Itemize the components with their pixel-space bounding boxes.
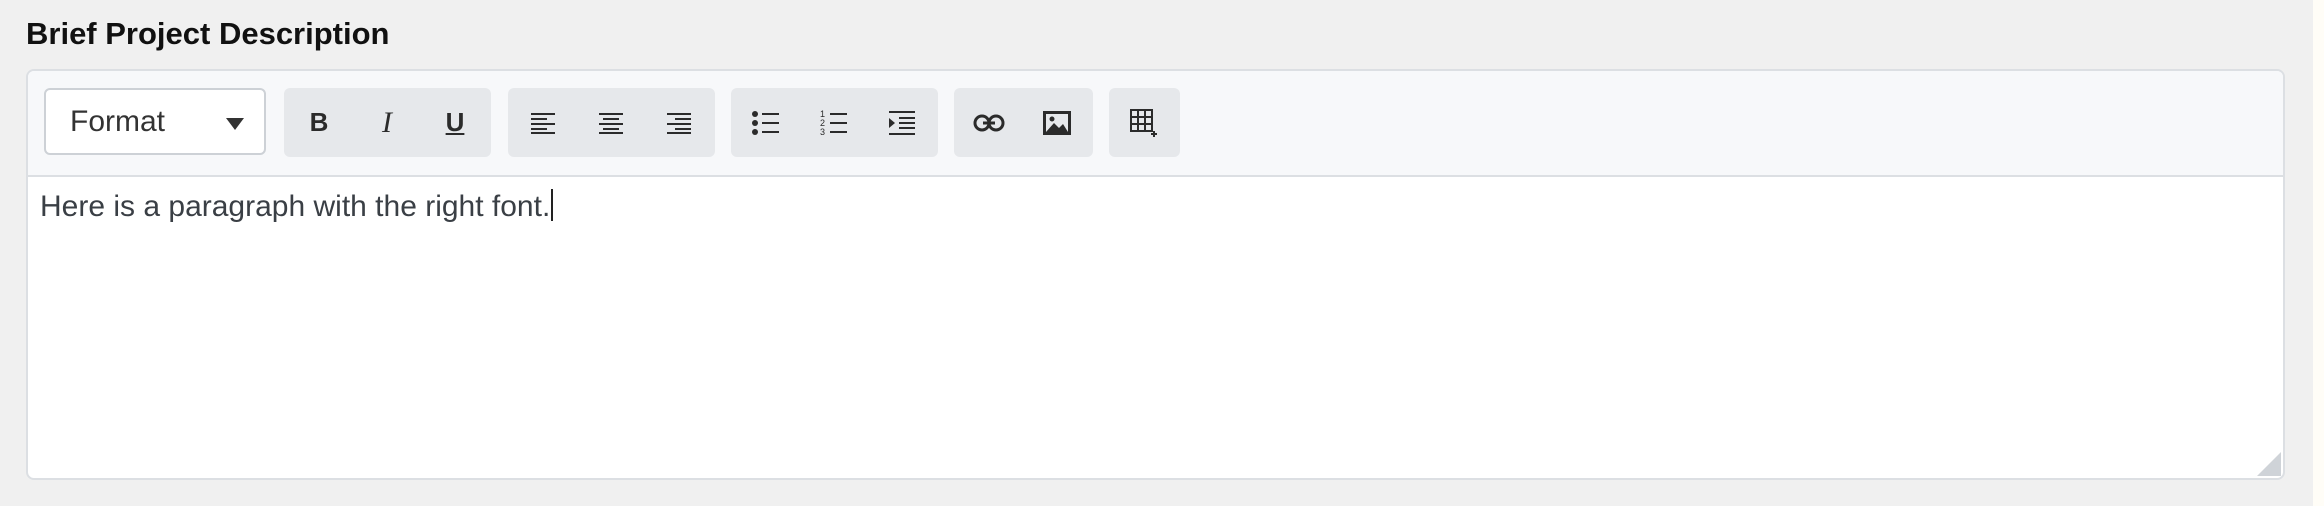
- image-button[interactable]: [1023, 88, 1091, 157]
- list-group: 1 2 3: [731, 88, 938, 157]
- chevron-down-icon: [226, 118, 244, 130]
- alignment-group: [508, 88, 715, 157]
- editor-toolbar: Format B I U 1 2 3: [28, 71, 2283, 177]
- format-dropdown-label: Format: [70, 105, 166, 138]
- underline-label: U: [445, 107, 465, 137]
- link-button[interactable]: [955, 88, 1023, 157]
- bold-label: B: [309, 107, 329, 137]
- section-title: Brief Project Description: [26, 16, 390, 51]
- indent-icon: [889, 110, 915, 135]
- table-button[interactable]: [1110, 88, 1178, 157]
- text-style-group: B I U: [284, 88, 491, 157]
- text-cursor: [551, 189, 554, 221]
- indent-button[interactable]: [868, 88, 936, 157]
- align-left-icon: [531, 112, 555, 134]
- table-icon: [1130, 108, 1157, 137]
- table-group: [1109, 88, 1180, 157]
- italic-button[interactable]: I: [353, 88, 421, 157]
- insert-group: [954, 88, 1093, 157]
- align-right-icon: [667, 112, 691, 134]
- format-dropdown[interactable]: Format: [44, 88, 266, 155]
- bold-button[interactable]: B: [285, 88, 353, 157]
- italic-label: I: [382, 105, 392, 139]
- rich-text-editor: Format B I U 1 2 3 Here is a paragraph w…: [26, 69, 2285, 480]
- numbered-list-icon: 1 2 3: [820, 109, 847, 137]
- align-center-button[interactable]: [577, 88, 645, 157]
- svg-text:3: 3: [820, 127, 825, 137]
- align-center-icon: [599, 112, 623, 134]
- paragraph-text: Here is a paragraph with the right font.: [40, 190, 551, 223]
- numbered-list-button[interactable]: 1 2 3: [800, 88, 868, 157]
- align-left-button[interactable]: [509, 88, 577, 157]
- resize-handle-icon[interactable]: [2257, 452, 2281, 476]
- bullet-list-button[interactable]: [732, 88, 800, 157]
- form-panel: Brief Project Description Format B I U 1…: [0, 0, 2313, 506]
- bullet-list-icon: [752, 110, 779, 135]
- underline-button[interactable]: U: [421, 88, 489, 157]
- link-icon: [973, 114, 1005, 131]
- align-right-button[interactable]: [645, 88, 713, 157]
- editor-content-area[interactable]: Here is a paragraph with the right font.: [40, 187, 554, 227]
- image-icon: [1043, 110, 1071, 135]
